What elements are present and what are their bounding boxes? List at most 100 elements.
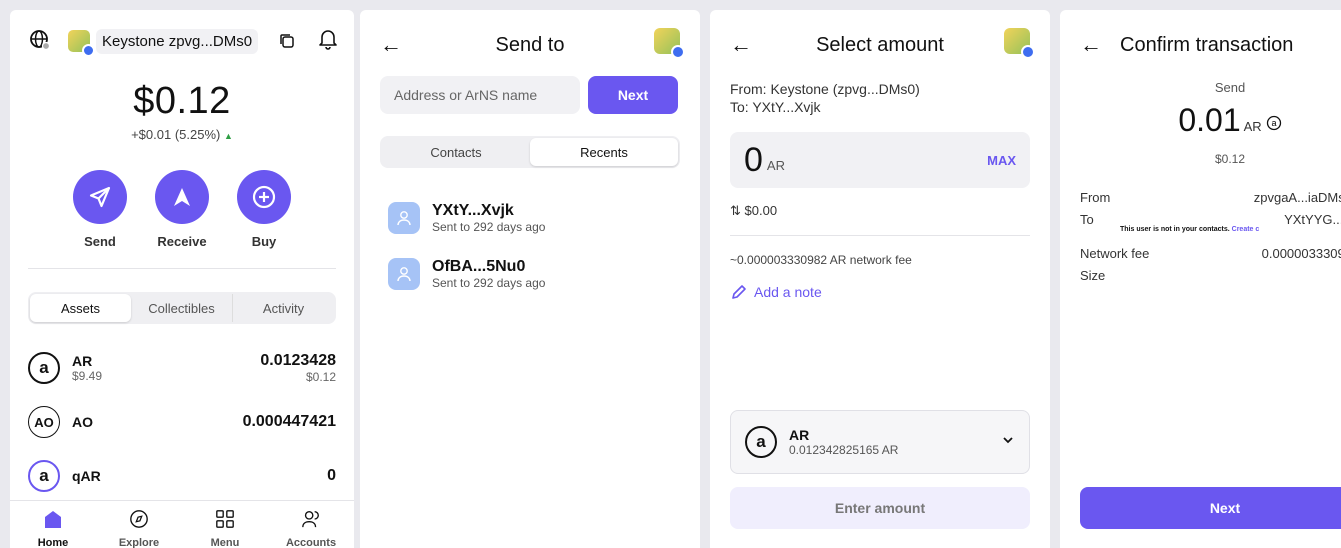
receive-label: Receive — [157, 234, 207, 249]
divider — [28, 268, 336, 269]
fiat-value-row: ⇅ $0.00 — [730, 203, 777, 219]
wallet-actions: Send Receive Buy — [10, 170, 354, 249]
token-selector[interactable]: a AR 0.012342825165 AR — [730, 410, 1030, 474]
asset-row-qar[interactable]: a qAR 0 — [28, 456, 336, 496]
send-amount-value: 0.01 — [1178, 102, 1241, 138]
ao-badge-icon — [82, 44, 95, 57]
asset-symbol: AO — [72, 414, 93, 430]
compass-icon — [130, 510, 148, 528]
ar-logo-icon: a — [745, 426, 777, 458]
page-title: Confirm transaction — [1120, 33, 1294, 56]
nav-menu-label: Menu — [210, 537, 240, 548]
network-fee-value: 0.00000333098 — [1261, 246, 1341, 261]
recent-name: OfBA...5Nu0 — [432, 258, 526, 275]
account-name: Keystone — [102, 32, 165, 50]
account-selector[interactable]: Keystone zpvg...DMs0 — [96, 28, 259, 54]
asset-row-ar[interactable]: a AR $9.49 0.0123428 $0.12 — [28, 348, 336, 388]
nav-explore-label: Explore — [118, 537, 160, 548]
divider — [730, 235, 1030, 236]
send-button[interactable]: Send — [73, 170, 127, 249]
asset-amount: 0.000447421 — [242, 413, 336, 430]
next-button[interactable]: Next — [588, 76, 678, 114]
create-contact-link[interactable]: Create c — [1232, 226, 1260, 233]
contact-warning-text: This user is not in your contacts. — [1120, 226, 1230, 233]
asset-row-ao[interactable]: AO AO 0.000447421 — [28, 402, 336, 442]
max-button[interactable]: MAX — [987, 153, 1016, 168]
token-info: AR 0.012342825165 AR — [789, 427, 898, 457]
account-avatar[interactable] — [1004, 28, 1035, 59]
nav-accounts[interactable]: Accounts — [268, 501, 354, 548]
balance-change: +$0.01 (5.25%) ▲ — [10, 127, 354, 142]
tab-recents[interactable]: Recents — [530, 138, 678, 166]
fiat-value: $0.00 — [744, 203, 778, 218]
asset-value: 0 — [327, 467, 336, 485]
confirm-transaction-panel: ← Confirm transaction Send 0.01 AR a $0.… — [1060, 10, 1341, 548]
address-input[interactable] — [380, 76, 580, 114]
send-label: Send — [84, 234, 116, 249]
balance-change-value: +$0.01 (5.25%) — [131, 127, 221, 142]
page-title: Select amount — [816, 33, 944, 56]
select-amount-panel: ← Select amount From: Keystone (zpvg...D… — [710, 10, 1050, 548]
up-arrow-icon: ▲ — [223, 131, 233, 141]
asset-symbol: qAR — [72, 468, 101, 484]
recent-item[interactable]: YXtY...Xvjk Sent to 292 days ago — [388, 199, 680, 237]
tab-collectibles[interactable]: Collectibles — [131, 294, 232, 322]
asset-name: qAR — [72, 468, 101, 484]
token-balance: 0.012342825165 AR — [789, 443, 899, 457]
recent-subtitle: Sent to 292 days ago — [432, 220, 546, 234]
ao-badge-icon — [671, 45, 685, 59]
from-row: From zpvgaA...iaDMs0 — [1080, 190, 1341, 205]
account-avatar[interactable] — [654, 28, 685, 59]
users-icon — [302, 511, 319, 528]
from-to-info: From: Keystone (zpvg...DMs0) To: YXtY...… — [730, 80, 920, 116]
add-note-label: Add a note — [754, 284, 822, 300]
to-row-label: To — [1080, 212, 1094, 227]
receive-button[interactable]: Receive — [155, 170, 209, 249]
bell-icon[interactable] — [318, 28, 338, 55]
send-amount: 0.01 AR a — [1060, 102, 1341, 139]
copy-icon[interactable] — [278, 32, 296, 55]
select-amount-header: ← Select amount — [730, 28, 1035, 59]
ao-badge-icon — [1021, 45, 1035, 59]
asset-tabs: Assets Collectibles Activity — [28, 292, 336, 324]
from-line: From: Keystone (zpvg...DMs0) — [730, 80, 920, 98]
amount-unit: AR — [766, 157, 785, 173]
enter-amount-button[interactable]: Enter amount — [730, 487, 1030, 529]
from-value: Keystone (zpvg...DMs0) — [770, 81, 920, 97]
contact-warning: This user is not in your contacts. Creat… — [1120, 226, 1259, 233]
send-icon — [73, 170, 127, 224]
asset-amount: 0.0123428 — [260, 352, 336, 369]
page-title: Send to — [495, 33, 565, 56]
amount-input[interactable]: 0 AR MAX — [730, 132, 1030, 188]
recent-name: YXtY...Xvjk — [432, 202, 514, 219]
swap-arrows-icon[interactable]: ⇅ — [730, 203, 741, 218]
asset-value: 0.000447421 — [243, 413, 336, 431]
send-amount-unit: AR — [1243, 119, 1262, 134]
add-note-button[interactable]: Add a note — [730, 283, 822, 301]
recent-info: OfBA...5Nu0 Sent to 292 days ago — [432, 258, 545, 290]
nav-home[interactable]: Home — [10, 501, 96, 548]
tab-contacts[interactable]: Contacts — [382, 138, 530, 166]
buy-button[interactable]: Buy — [237, 170, 291, 249]
nav-explore[interactable]: Explore — [96, 501, 182, 548]
back-arrow-icon[interactable]: ← — [1080, 32, 1102, 58]
from-row-value: zpvgaA...iaDMs0 — [1253, 190, 1341, 205]
send-fiat: $0.12 — [1214, 152, 1246, 166]
ar-logo-icon: a — [28, 352, 60, 384]
pencil-icon — [732, 285, 746, 299]
asset-amount-fiat: $0.12 — [305, 370, 336, 384]
plus-icon — [237, 170, 291, 224]
tab-assets[interactable]: Assets — [30, 294, 131, 322]
account-avatar[interactable] — [68, 30, 95, 57]
recent-info: YXtY...Xvjk Sent to 292 days ago — [432, 202, 545, 234]
recent-item[interactable]: OfBA...5Nu0 Sent to 292 days ago — [388, 255, 680, 293]
recent-subtitle: Sent to 292 days ago — [432, 276, 546, 290]
nav-menu[interactable]: Menu — [182, 501, 268, 548]
asset-name: AO — [72, 414, 93, 430]
home-icon — [45, 511, 61, 528]
globe-icon[interactable] — [28, 28, 54, 54]
size-row: Size — [1080, 268, 1341, 283]
tab-activity[interactable]: Activity — [232, 294, 334, 322]
next-button[interactable]: Next — [1080, 487, 1341, 529]
from-row-label: From — [1080, 190, 1111, 205]
